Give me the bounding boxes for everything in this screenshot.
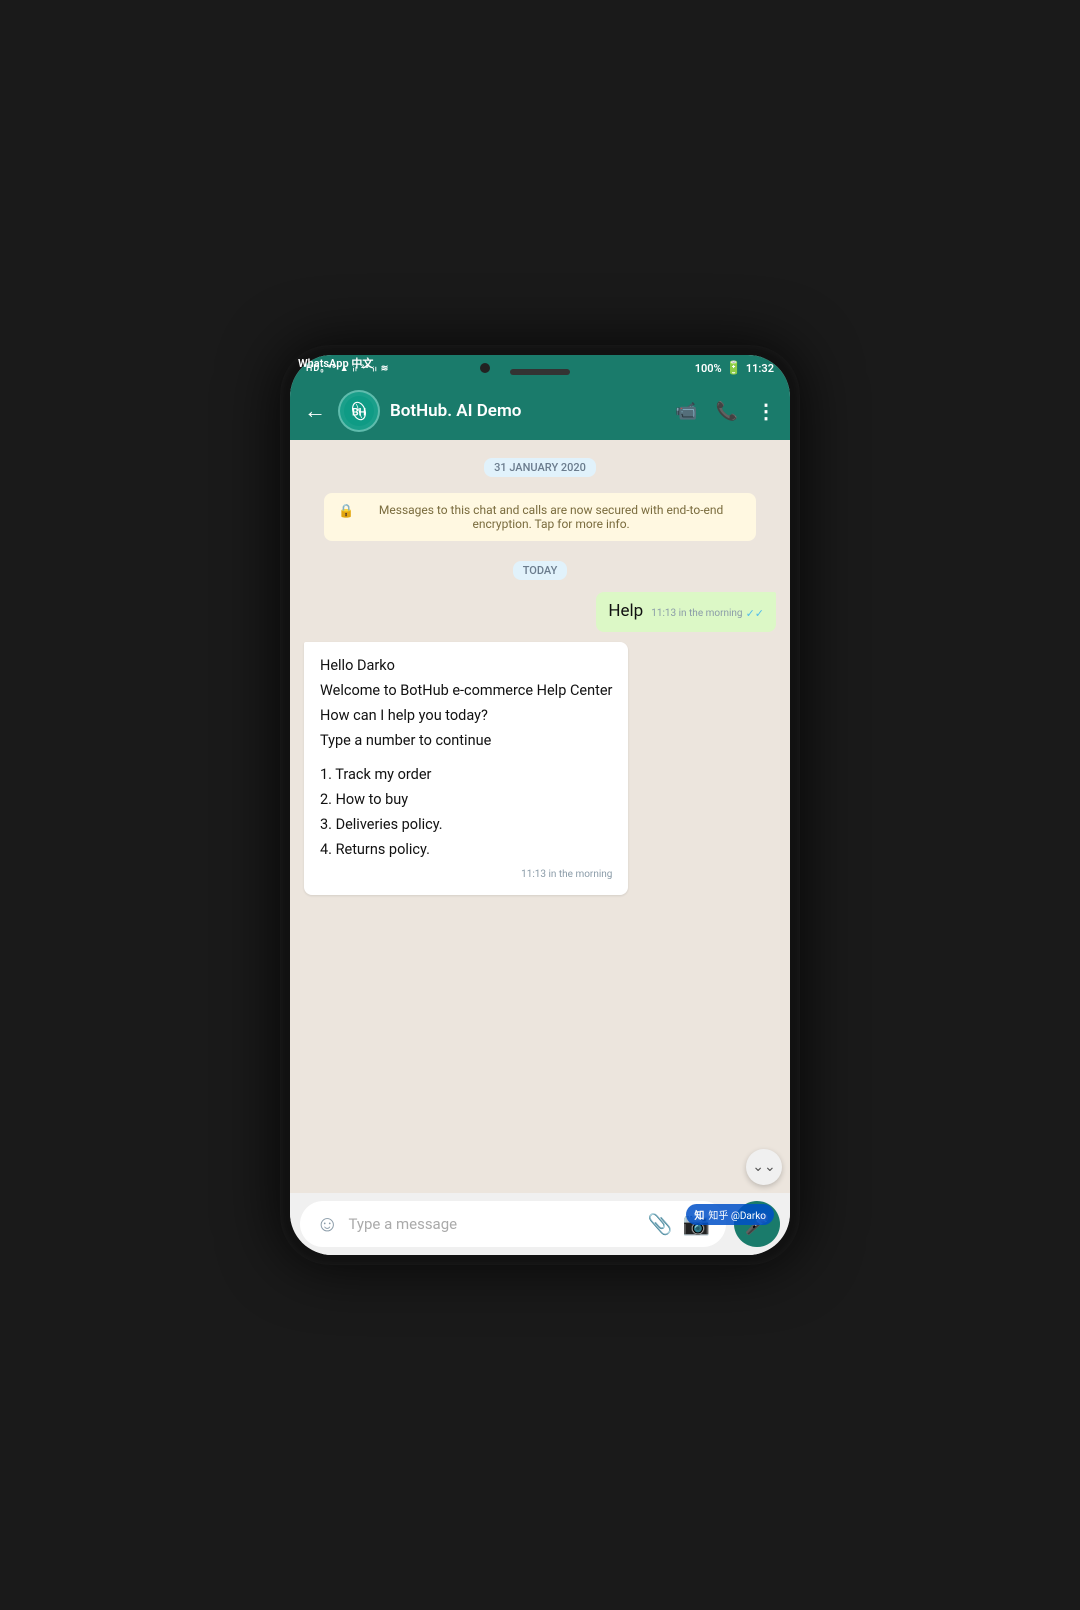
- bot-menu-list: 1. Track my order 2. How to buy 3. Deliv…: [320, 763, 612, 862]
- video-call-icon[interactable]: 📹: [675, 401, 697, 422]
- help-text: Help: [608, 600, 643, 624]
- help-ticks: ✓✓: [746, 606, 764, 621]
- attach-icon[interactable]: 📎: [648, 1212, 673, 1236]
- back-button[interactable]: ←: [304, 398, 326, 424]
- help-time: 11:13 in the morning: [651, 607, 742, 621]
- camera-dot: [480, 363, 490, 373]
- header-actions: 📹 📞 ⋮: [675, 399, 776, 423]
- date-divider-old: 31 JANUARY 2020: [304, 456, 776, 475]
- security-text: Messages to this chat and calls are now …: [360, 503, 742, 531]
- bubble-help: Help 11:13 in the morning ✓✓: [596, 592, 776, 632]
- battery-percent: 100%: [695, 362, 722, 375]
- security-notice[interactable]: 🔒 Messages to this chat and calls are no…: [324, 493, 756, 541]
- lock-icon: 🔒: [338, 504, 354, 519]
- clock: 11:32: [746, 362, 774, 375]
- zhihu-icon: 知: [694, 1207, 704, 1222]
- message-placeholder: Type a message: [348, 1215, 637, 1233]
- message-row-help: Help 11:13 in the morning ✓✓: [304, 592, 776, 632]
- speaker-slot: [510, 369, 570, 375]
- zhihu-label: 知乎 @Darko: [708, 1207, 766, 1222]
- emoji-button[interactable]: ☺: [316, 1211, 338, 1237]
- message-input-box[interactable]: ☺ Type a message 📎 📷: [300, 1201, 726, 1247]
- phone-call-icon[interactable]: 📞: [716, 401, 738, 422]
- phone-frame: HD₀ ⁴⁶ ▲ ᵢₗ ²⁶ ᵢₗ ≋ 100% 🔋 11:32 ← BH: [280, 345, 800, 1265]
- chat-title: BotHub. AI Demo: [390, 401, 665, 421]
- menu-item-2: 2. How to buy: [320, 788, 612, 811]
- more-options-icon[interactable]: ⋮: [756, 399, 776, 423]
- menu-item-4: 4. Returns policy.: [320, 838, 612, 861]
- status-right: 100% 🔋 11:32: [695, 361, 774, 376]
- phone-screen: HD₀ ⁴⁶ ▲ ᵢₗ ²⁶ ᵢₗ ≋ 100% 🔋 11:32 ← BH: [290, 355, 790, 1255]
- bot-bubble: Hello Darko Welcome to BotHub e-commerce…: [304, 642, 628, 896]
- menu-item-3: 3. Deliveries policy.: [320, 813, 612, 836]
- bot-line-4: Type a number to continue: [320, 729, 612, 752]
- chat-header: ← BH BotHub. AI Demo 📹 📞 ⋮: [290, 382, 790, 440]
- battery-icon: 🔋: [726, 361, 742, 376]
- zhihu-watermark: 知 知乎 @Darko: [686, 1204, 774, 1225]
- bot-time: 11:13 in the morning: [521, 867, 612, 883]
- bot-line-3: How can I help you today?: [320, 704, 612, 727]
- menu-item-1: 1. Track my order: [320, 763, 612, 786]
- avatar: BH: [338, 390, 380, 432]
- scroll-down-button[interactable]: ⌄⌄: [746, 1149, 782, 1185]
- chat-area: 31 JANUARY 2020 🔒 Messages to this chat …: [290, 440, 790, 1193]
- bot-line-2: Welcome to BotHub e-commerce Help Center: [320, 679, 612, 702]
- date-divider-today: TODAY: [304, 559, 776, 578]
- message-row-bot: Hello Darko Welcome to BotHub e-commerce…: [304, 642, 776, 896]
- phone-label: WhatsApp 中文: [298, 355, 373, 371]
- bot-line-1: Hello Darko: [320, 654, 612, 677]
